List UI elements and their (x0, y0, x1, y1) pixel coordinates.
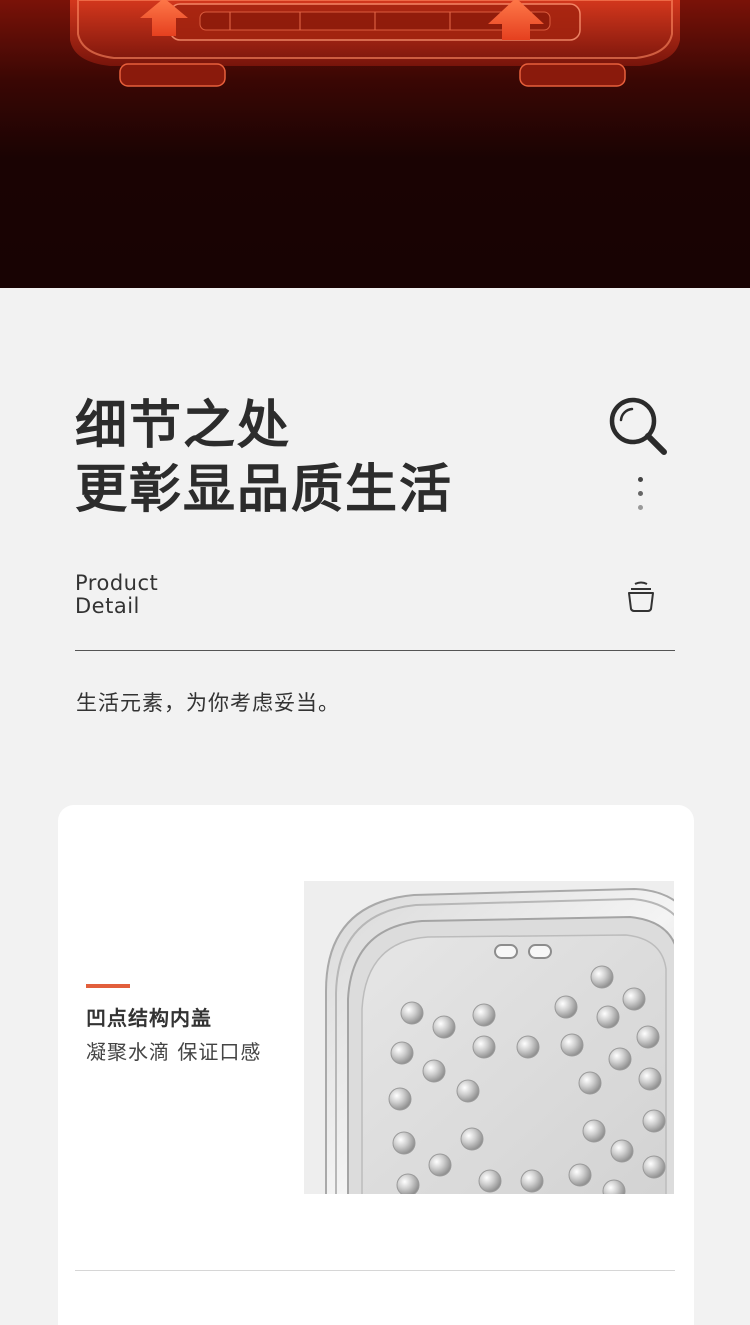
lid-dimple (400, 1001, 424, 1025)
lid-dimple (608, 1047, 632, 1071)
lid-dimple (578, 1071, 602, 1095)
hero-banner (0, 0, 750, 288)
headline-line-1: 细节之处 (75, 396, 292, 456)
rice-bowl-icon (628, 581, 654, 612)
lid-dimple (610, 1139, 634, 1163)
card-divider (75, 1270, 675, 1271)
section-tagline: 生活元素，为你考虑妥当。 (76, 691, 340, 715)
section-label-line-1: Product (75, 571, 159, 595)
section-divider (75, 650, 675, 651)
lid-dimple (554, 995, 578, 1019)
lid-dimple (392, 1131, 416, 1155)
lid-dimple (422, 1059, 446, 1083)
lid-dimple (432, 1015, 456, 1039)
rice-cooker-cutaway-image (70, 0, 680, 87)
vertical-dots-icon (637, 477, 645, 515)
lid-dimple (396, 1173, 420, 1194)
section-label-line-2: Detail (75, 594, 140, 618)
lid-dimple (642, 1155, 666, 1179)
feature-subtitle: 凝聚水滴 保证口感 (86, 1040, 262, 1064)
lid-dimple (622, 987, 646, 1011)
lid-dimple (478, 1169, 502, 1193)
feature-title: 凹点结构内盖 (86, 1006, 212, 1030)
lid-dimple (472, 1035, 496, 1059)
lid-dimple (390, 1041, 414, 1065)
lid-dimple (472, 1003, 496, 1027)
page-headline: 细节之处 更彰显品质生活 (75, 394, 453, 522)
lid-dimple (516, 1035, 540, 1059)
lid-dimple (520, 1169, 544, 1193)
lid-dimple (428, 1153, 452, 1177)
inner-lid-image (304, 881, 674, 1194)
lid-dimple (596, 1005, 620, 1029)
headline-line-2: 更彰显品质生活 (75, 460, 454, 520)
lid-dimple (638, 1067, 662, 1091)
lid-dimple (582, 1119, 606, 1143)
lid-dimple (636, 1025, 660, 1049)
search-icon (609, 397, 667, 455)
lid-dimple (460, 1127, 484, 1151)
lid-dimple (456, 1079, 480, 1103)
lid-dimple (568, 1163, 592, 1187)
lid-dimple (642, 1109, 666, 1133)
section-label: Product Detail (75, 572, 158, 618)
feature-accent-bar (86, 984, 130, 988)
lid-dimple (560, 1033, 584, 1057)
lid-dimple (590, 965, 614, 989)
dimpled-inner-lid-illustration (325, 887, 674, 1194)
lid-dimple (388, 1087, 412, 1111)
